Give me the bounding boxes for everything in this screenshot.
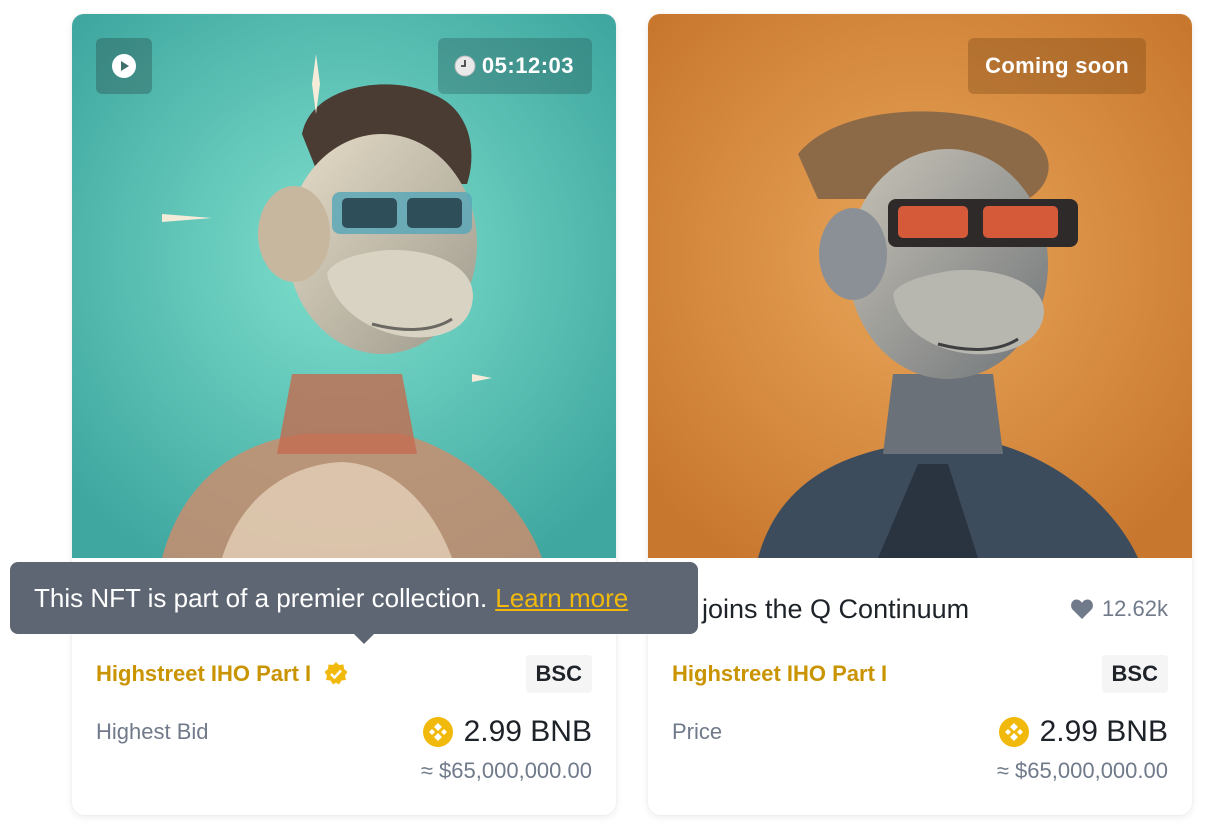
usd-value: ≈ $65,000,000.00 xyxy=(420,758,592,783)
clock-icon xyxy=(454,55,476,77)
countdown-timer-badge: 05:12:03 xyxy=(437,38,592,94)
nft-artwork-2[interactable]: Coming soon xyxy=(648,14,1192,558)
collection-link[interactable]: Highstreet IHO Part I xyxy=(672,661,887,687)
chain-badge: BSC xyxy=(525,655,592,693)
usd-value: ≈ $65,000,000.00 xyxy=(996,758,1168,783)
tooltip-arrow xyxy=(354,634,374,644)
price-value: 2.99 BNB xyxy=(463,715,592,748)
coming-soon-badge: Coming soon xyxy=(968,38,1146,94)
chain-badge: BSC xyxy=(1101,655,1168,693)
likes-counter[interactable]: 12.62k xyxy=(1070,596,1168,622)
ape-portrait-image xyxy=(648,14,1192,558)
bnb-coin-icon xyxy=(998,716,1030,748)
price-value: 2.99 BNB xyxy=(1039,715,1168,748)
countdown-text: 05:12:03 xyxy=(481,53,574,78)
nft-title[interactable]: rk joins the Q Continuum xyxy=(672,594,1070,625)
price-label: Highest Bid xyxy=(96,719,209,744)
collection-link[interactable]: Highstreet IHO Part I xyxy=(96,661,311,687)
verified-icon[interactable] xyxy=(323,661,349,687)
tooltip-text: This NFT is part of a premier collection… xyxy=(34,582,488,613)
bnb-coin-icon xyxy=(422,716,454,748)
likes-count: 12.62k xyxy=(1101,596,1168,621)
premier-collection-tooltip: This NFT is part of a premier collection… xyxy=(10,562,698,644)
learn-more-link[interactable]: Learn more xyxy=(495,583,628,614)
play-icon xyxy=(112,54,136,78)
ape-portrait-image xyxy=(72,14,616,558)
price-label: Price xyxy=(672,719,723,744)
nft-card-2[interactable]: Coming soon rk joins the Q Continuum 12.… xyxy=(648,14,1192,815)
coming-soon-text: Coming soon xyxy=(985,53,1129,78)
play-button[interactable] xyxy=(96,38,152,94)
nft-card-1[interactable]: 05:12:03 Highstreet IHO Part I BSC Highe… xyxy=(72,14,616,815)
heart-icon xyxy=(1071,599,1093,619)
nft-artwork-1[interactable]: 05:12:03 xyxy=(72,14,616,558)
nft-info-2: rk joins the Q Continuum 12.62k Highstre… xyxy=(648,558,1192,815)
